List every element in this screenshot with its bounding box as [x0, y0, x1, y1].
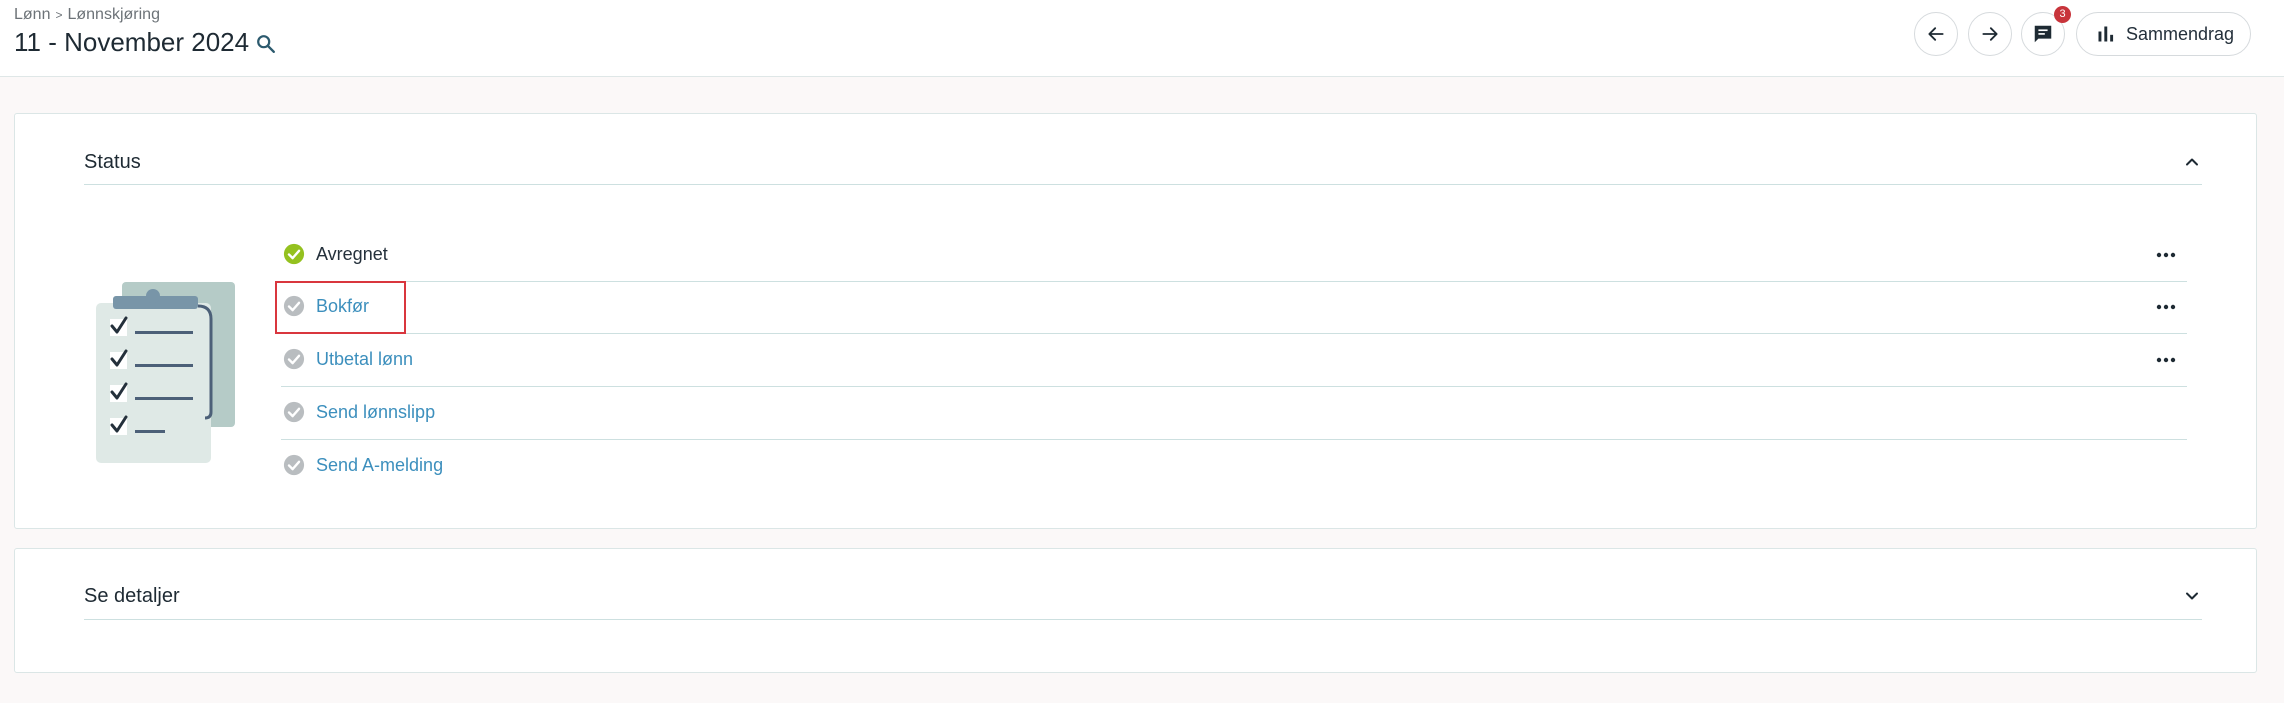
step-avregnet: Avregnet — [281, 229, 2187, 282]
breadcrumb-root[interactable]: Lønn — [14, 6, 50, 23]
summary-button[interactable]: Sammendrag — [2076, 12, 2251, 56]
step-utbetal-lonn: Utbetal lønn — [281, 334, 2187, 387]
summary-label: Sammendrag — [2126, 23, 2235, 44]
highlight-box — [275, 281, 406, 334]
comment-icon — [2034, 25, 2052, 43]
check-circle-icon — [283, 348, 305, 370]
chevron-up-icon[interactable] — [2182, 152, 2202, 172]
more-options-icon[interactable] — [2155, 352, 2177, 368]
details-card-title: Se detaljer — [84, 585, 180, 607]
comments-count-badge: 3 — [2054, 6, 2071, 23]
check-circle-icon — [283, 243, 305, 265]
breadcrumb: Lønn > Lønnskjøring — [14, 6, 160, 24]
top-bar: Lønn > Lønnskjøring 11 - November 2024 3 S… — [0, 0, 2284, 77]
breadcrumb-current[interactable]: Lønnskjøring — [67, 6, 159, 23]
page-title: 11 - November 2024 — [14, 27, 250, 57]
step-link[interactable]: Send A-melding — [316, 455, 443, 476]
more-options-icon[interactable] — [2155, 247, 2177, 263]
check-circle-icon — [283, 401, 305, 423]
arrow-left-icon — [1928, 27, 1944, 41]
search-icon[interactable] — [255, 33, 277, 55]
details-card: Se detaljer — [14, 548, 2257, 673]
check-circle-icon — [283, 454, 305, 476]
chevron-down-icon[interactable] — [2182, 586, 2202, 606]
step-label: Avregnet — [316, 244, 388, 264]
breadcrumb-separator: > — [55, 8, 63, 22]
step-link[interactable]: Utbetal lønn — [316, 349, 413, 370]
step-send-a-melding: Send A-melding — [281, 440, 2187, 492]
status-card-header[interactable]: Status — [84, 114, 2202, 185]
previous-button[interactable] — [1914, 12, 1958, 56]
step-bokfor: Bokfør — [281, 281, 2187, 334]
bar-chart-icon — [2098, 26, 2114, 42]
next-button[interactable] — [1968, 12, 2012, 56]
details-card-header[interactable]: Se detaljer — [84, 549, 2202, 620]
arrow-right-icon — [1982, 27, 1998, 41]
step-link[interactable]: Send lønnslipp — [316, 402, 435, 423]
more-options-icon[interactable] — [2155, 299, 2177, 315]
clipboard-checklist-illustration — [96, 282, 235, 463]
step-send-lonnslipp: Send lønnslipp — [281, 387, 2187, 440]
